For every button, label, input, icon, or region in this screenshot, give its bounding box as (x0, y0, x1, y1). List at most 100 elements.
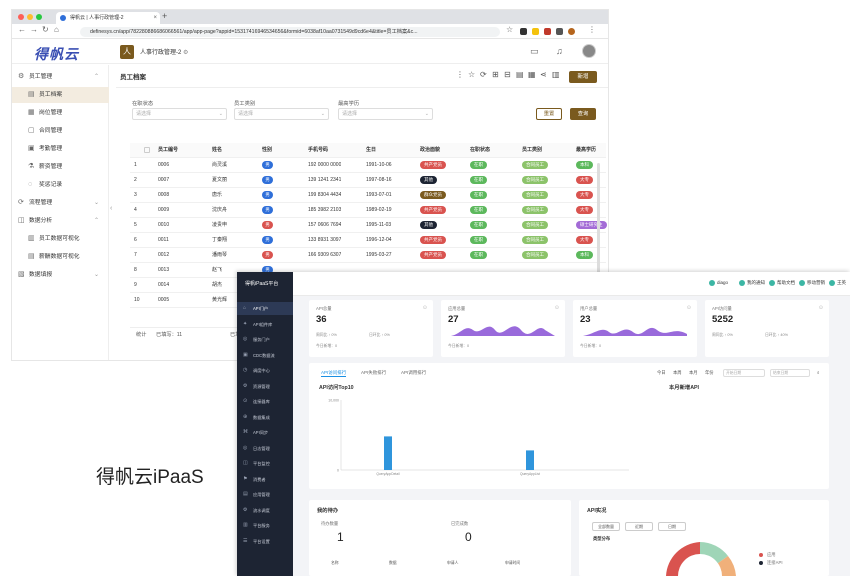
info-icon[interactable]: ⊙ (555, 305, 559, 311)
reset-button[interactable]: 重置 (536, 108, 562, 120)
toolbar-icon[interactable]: ⋖ (540, 70, 547, 79)
sidebar-item[interactable]: ▣ 考勤管理 (12, 141, 109, 157)
education-select[interactable]: 请选择 ⌄ (338, 108, 433, 120)
ipaas-menu-item[interactable]: ◎ 日志管理 (237, 442, 293, 455)
more-icon[interactable]: ⋮ (588, 25, 596, 34)
ranking-tab[interactable]: API调用排行 (401, 370, 426, 376)
home-icon[interactable]: ⌂ (54, 25, 59, 34)
column-header[interactable]: 政治面貌 (420, 143, 440, 158)
ipaas-menu-item[interactable]: ⚙ 流水调度 (237, 504, 293, 517)
column-header[interactable] (144, 143, 150, 158)
range-tab[interactable]: 年份 (705, 370, 714, 376)
ipaas-menu-item[interactable]: ⚑ 消费者 (237, 473, 293, 486)
ipaas-menu-item[interactable]: ☰ 平台设置 (237, 535, 293, 548)
search-icon[interactable]: ⌕ (817, 370, 819, 375)
ipaas-menu-item[interactable]: ◷ 调度中心 (237, 364, 293, 377)
top-nav-item[interactable]: 帮助文档 (769, 280, 795, 286)
extension-icon[interactable] (544, 28, 551, 35)
info-icon[interactable]: ⊙ (819, 305, 823, 311)
range-tab[interactable]: 本周 (673, 370, 682, 376)
toolbar-icon[interactable]: ▦ (528, 70, 536, 79)
settings-icon[interactable]: ⚙ (183, 50, 188, 56)
sidebar-item[interactable]: ▥ 员工数据可视化 (12, 231, 109, 247)
column-header[interactable]: 在职状态 (470, 143, 490, 158)
bell-icon[interactable]: ♫ (556, 46, 563, 56)
table-row[interactable]: 7 0012 潘雨琴 男 166 9309 6307 1995-03-27 共产党员 在职 合同… (130, 248, 606, 263)
ipaas-menu-item[interactable]: ⚙ 资源管理 (237, 380, 293, 393)
new-record-button[interactable]: 新增 (569, 71, 597, 83)
ipaas-menu-item[interactable]: ✦ API组件库 (237, 318, 293, 331)
sidebar-item[interactable]: ▤ 薪酬数据可视化 (12, 249, 109, 265)
back-icon[interactable]: ← (18, 25, 26, 34)
info-icon[interactable]: ⊙ (423, 305, 427, 311)
extension-icon[interactable] (520, 28, 527, 35)
table-row[interactable]: 4 0009 沈庆舟 男 185 3982 2103 1989-02-19 共产党员 在职 合同… (130, 203, 606, 218)
range-tab[interactable]: 今日 (657, 370, 666, 376)
table-row[interactable]: 3 0008 唐乐 男 199 8304 4434 1993-07-01 群众党员 在职 合同员… (130, 188, 606, 203)
ipaas-menu-item[interactable]: ▤ 应用管理 (237, 488, 293, 501)
column-header[interactable]: 员工类别 (522, 143, 542, 158)
table-row[interactable]: 2 0007 夏文丽 男 139 1241 2341 1997-08-16 其他 在职 合同员工… (130, 173, 606, 188)
reload-icon[interactable]: ↻ (42, 25, 49, 34)
top-nav-item[interactable]: 移动营销 (799, 280, 825, 286)
range-tab[interactable]: 本月 (689, 370, 698, 376)
ipaas-menu-item[interactable]: ⌂ API门户 (237, 302, 293, 315)
top-nav-item[interactable]: diago (709, 280, 728, 286)
table-row[interactable]: 6 0011 丁秦翔 男 133 8931 3097 1996-12-04 共产党员 在职 合同… (130, 233, 606, 248)
segment-button[interactable]: 近期 (625, 522, 653, 531)
column-header[interactable]: 生日 (366, 143, 376, 158)
select-all-checkbox[interactable] (144, 146, 150, 153)
category-select[interactable]: 请选择 ⌄ (234, 108, 329, 120)
profile-icon[interactable] (568, 28, 575, 35)
toolbar-icon[interactable]: ⋮ (456, 70, 464, 79)
top-nav-item[interactable]: 王英 (829, 280, 846, 286)
column-header[interactable]: 姓名 (212, 143, 222, 158)
column-header[interactable]: 最高学历 (576, 143, 596, 158)
extension-icon[interactable] (532, 28, 539, 35)
close-window-button[interactable] (18, 14, 24, 20)
toolbar-icon[interactable]: ▥ (552, 70, 560, 79)
new-tab-button[interactable]: + (162, 11, 167, 21)
chevron-icon[interactable]: ⌃ (94, 213, 99, 229)
minimize-window-button[interactable] (27, 14, 33, 20)
column-header[interactable]: 性别 (262, 143, 272, 158)
puzzle-icon[interactable] (556, 28, 563, 35)
toolbar-icon[interactable]: ▤ (516, 70, 524, 79)
toolbar-icon[interactable]: ☆ (468, 70, 475, 79)
start-date-input[interactable]: 开始日期 (723, 369, 765, 377)
ipaas-menu-item[interactable]: ▣ CDC数据流 (237, 349, 293, 362)
url-input[interactable]: definesys.cn/app/782280886686066561/app/… (80, 27, 500, 37)
close-tab-icon[interactable]: × (153, 12, 157, 24)
forward-icon[interactable]: → (30, 25, 38, 34)
column-header[interactable]: 员工编号 (158, 143, 178, 158)
sidebar-item[interactable]: ▦ 岗位管理 (12, 105, 109, 121)
ranking-tab[interactable]: API访问排行 (321, 370, 347, 377)
segment-button[interactable]: 日期 (658, 522, 686, 531)
bookmark-star-icon[interactable]: ☆ (506, 25, 513, 34)
ipaas-menu-item[interactable]: ◎ 服务门户 (237, 333, 293, 346)
query-button[interactable]: 查询 (570, 108, 596, 120)
toolbar-icon[interactable]: ⊟ (504, 70, 511, 79)
sidebar-item[interactable]: ▢ 合同管理 (12, 123, 109, 139)
table-row[interactable]: 1 0006 尚灵溪 男 192 0000 0000 1991-10-06 共产党员 在职 合同… (130, 158, 606, 173)
chevron-icon[interactable]: ⌃ (94, 69, 99, 85)
sidebar-item[interactable]: ◌ 奖惩记录 (12, 177, 109, 193)
chart-bar[interactable] (384, 436, 392, 470)
ipaas-menu-item[interactable]: ⊕ 数据集成 (237, 411, 293, 424)
table-scrollbar[interactable] (597, 163, 600, 283)
ranking-tab[interactable]: API失败排行 (361, 370, 386, 376)
chart-bar[interactable] (526, 450, 534, 470)
toolbar-icon[interactable]: ⊞ (492, 70, 499, 79)
sidebar-item[interactable]: ▧ 数据填报 ⌄ (12, 267, 109, 283)
top-nav-item[interactable]: 我的通知 (739, 280, 765, 286)
avatar[interactable] (582, 44, 596, 58)
status-select[interactable]: 请选择 ⌄ (132, 108, 227, 120)
ipaas-menu-item[interactable]: ⊙ 连接器库 (237, 395, 293, 408)
chevron-icon[interactable]: ⌄ (94, 267, 99, 283)
browser-tab[interactable]: 得帆云 | 人事行政管理-2 × (56, 12, 160, 24)
sidebar-item[interactable]: ⟳ 流程管理 ⌄ (12, 195, 109, 211)
info-icon[interactable]: ⊙ (687, 305, 691, 311)
message-icon[interactable]: ▭ (530, 46, 539, 57)
sidebar-item[interactable]: ⚙ 员工管理 ⌃ (12, 69, 109, 85)
ipaas-menu-item[interactable]: ⌘ API同步 (237, 426, 293, 439)
